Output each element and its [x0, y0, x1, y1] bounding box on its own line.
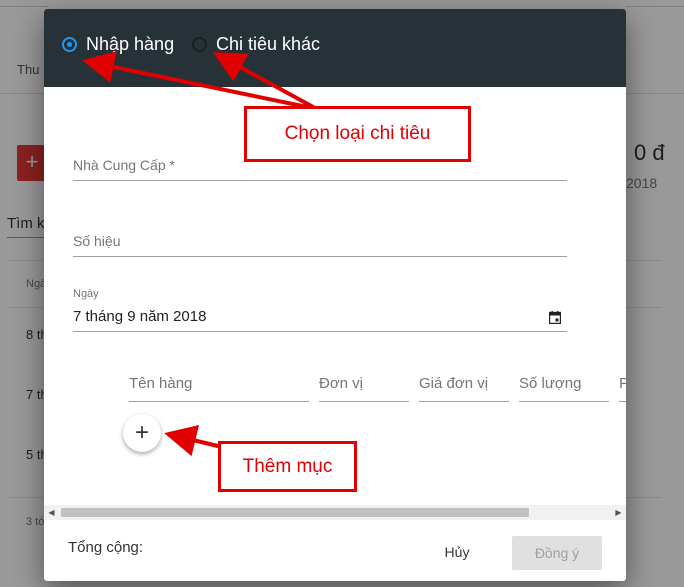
annotation-arrows — [82, 51, 316, 457]
callout-choose-type: Chọn loại chi tiêu — [244, 106, 471, 162]
callout-add-item: Thêm mục — [218, 441, 357, 492]
arrow-to-add-button — [164, 425, 223, 457]
arrow-to-import-radio — [82, 51, 313, 110]
